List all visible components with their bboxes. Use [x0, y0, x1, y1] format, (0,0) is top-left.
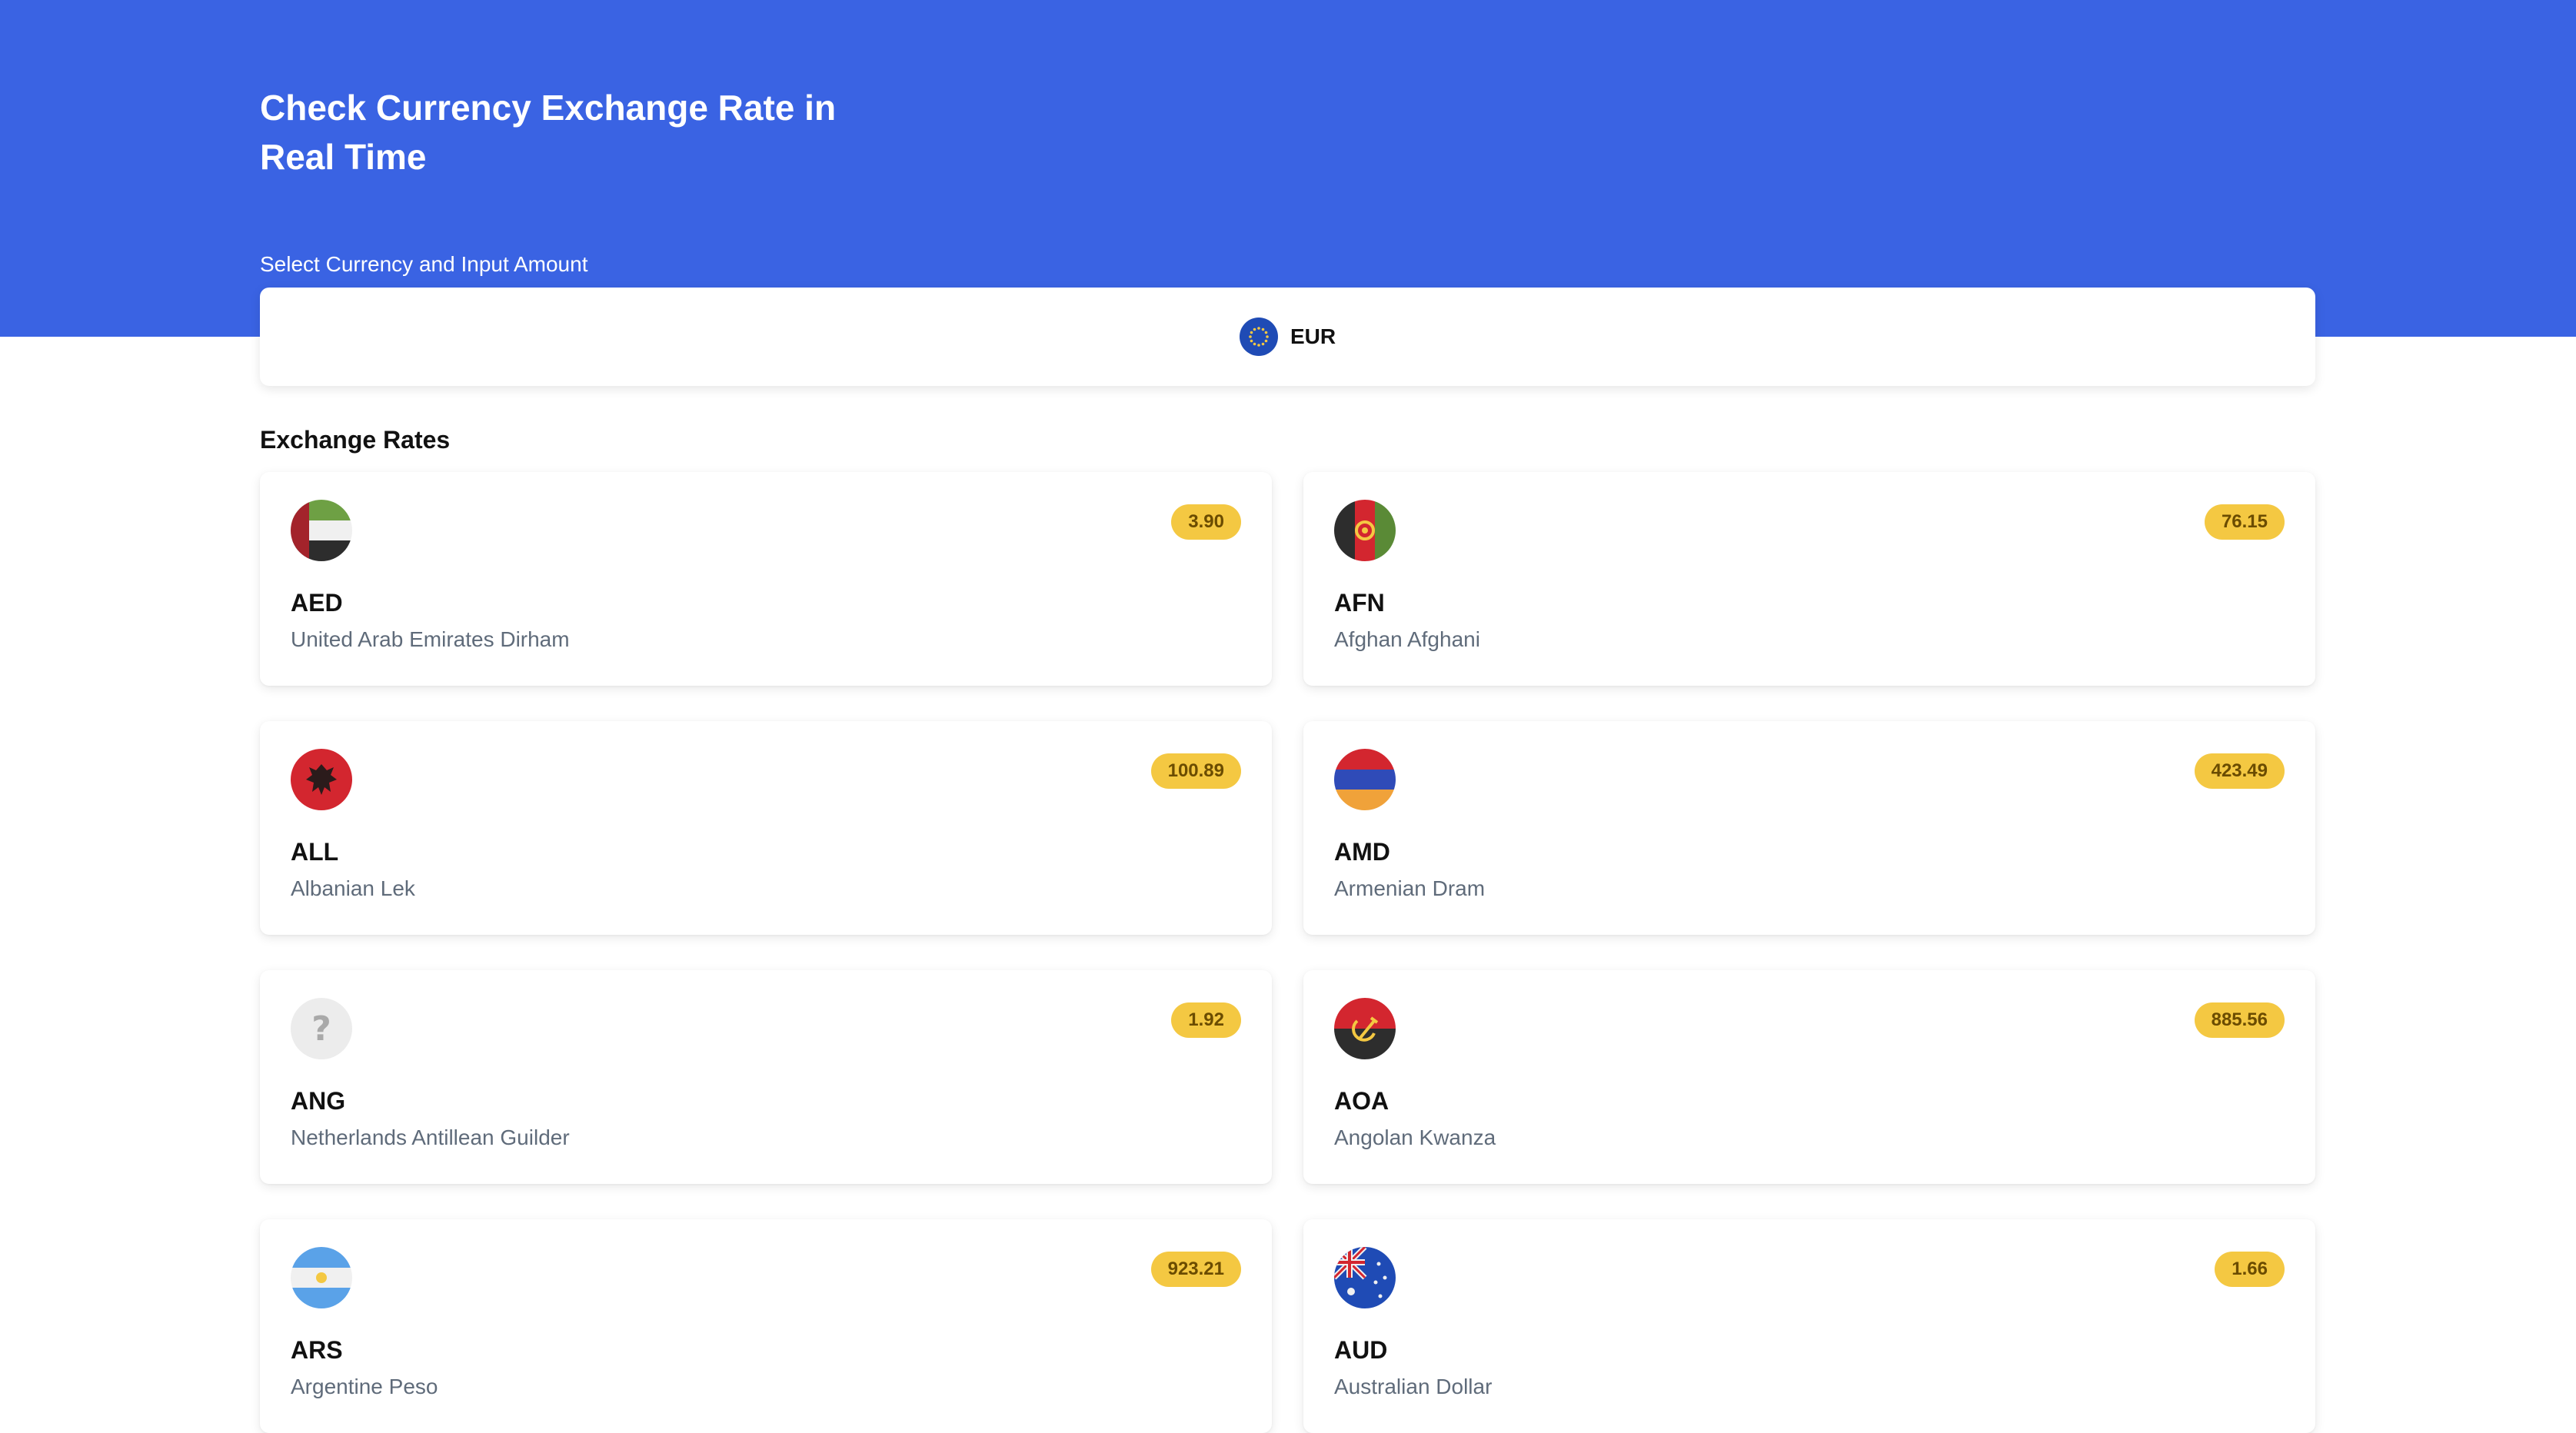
- currency-name: Angolan Kwanza: [1334, 1125, 1496, 1149]
- currency-code: AED: [291, 589, 343, 617]
- unknown-flag-icon: ?: [291, 998, 352, 1059]
- svg-text:?: ?: [311, 1009, 331, 1049]
- rate-badge: 423.49: [2194, 753, 2285, 789]
- australia-flag-icon: [1334, 1247, 1396, 1308]
- rate-card-aud[interactable]: 1.66 AUD Australian Dollar: [1303, 1219, 2315, 1433]
- currency-name: Albanian Lek: [291, 876, 415, 900]
- exchange-rates-heading: Exchange Rates: [260, 426, 451, 454]
- selected-currency-code: EUR: [1290, 324, 1336, 348]
- currency-name: Australian Dollar: [1334, 1375, 1493, 1398]
- rate-card-aoa[interactable]: 885.56 AOA Angolan Kwanza: [1303, 970, 2315, 1184]
- rate-card-ang[interactable]: ? 1.92 ANG Netherlands Antillean Guilder: [260, 970, 1272, 1184]
- currency-code: AMD: [1334, 838, 1390, 866]
- rate-badge: 76.15: [2204, 504, 2285, 540]
- currency-selector[interactable]: EUR: [260, 288, 2315, 386]
- currency-code: AUD: [1334, 1336, 1388, 1364]
- currency-code: AFN: [1334, 589, 1385, 617]
- rate-card-all[interactable]: 100.89 ALL Albanian Lek: [260, 721, 1272, 935]
- currency-name: Netherlands Antillean Guilder: [291, 1125, 570, 1149]
- page-title: Check Currency Exchange Rate in Real Tim…: [260, 83, 890, 181]
- currency-name: Afghan Afghani: [1334, 627, 1480, 651]
- rate-card-aed[interactable]: 3.90 AED United Arab Emirates Dirham: [260, 472, 1272, 686]
- header-banner: Check Currency Exchange Rate in Real Tim…: [0, 0, 2576, 337]
- rate-card-amd[interactable]: 423.49 AMD Armenian Dram: [1303, 721, 2315, 935]
- exchange-rates-grid: 3.90 AED United Arab Emirates Dirham 76.…: [260, 472, 2315, 1433]
- argentina-flag-icon: [291, 1247, 352, 1308]
- afghanistan-flag-icon: [1334, 500, 1396, 561]
- currency-code: ARS: [291, 1336, 343, 1364]
- page-title-line1: Check Currency Exchange Rate in: [260, 88, 837, 128]
- albania-flag-icon: [291, 749, 352, 810]
- uae-flag-icon: [291, 500, 352, 561]
- page-title-line2: Real Time: [260, 137, 427, 177]
- eu-flag-icon: [1239, 318, 1278, 356]
- rate-card-ars[interactable]: 923.21 ARS Argentine Peso: [260, 1219, 1272, 1433]
- rate-badge: 3.90: [1171, 504, 1241, 540]
- rate-badge: 1.92: [1171, 1002, 1241, 1038]
- rate-badge: 885.56: [2194, 1002, 2285, 1038]
- currency-code: AOA: [1334, 1087, 1390, 1115]
- currency-name: United Arab Emirates Dirham: [291, 627, 570, 651]
- angola-flag-icon: [1334, 998, 1396, 1059]
- armenia-flag-icon: [1334, 749, 1396, 810]
- currency-code: ALL: [291, 838, 339, 866]
- rate-badge: 923.21: [1150, 1252, 1241, 1287]
- currency-code: ANG: [291, 1087, 346, 1115]
- select-currency-label: Select Currency and Input Amount: [260, 252, 588, 276]
- rate-badge: 100.89: [1150, 753, 1241, 789]
- currency-name: Armenian Dram: [1334, 876, 1486, 900]
- currency-name: Argentine Peso: [291, 1375, 438, 1398]
- rate-card-afn[interactable]: 76.15 AFN Afghan Afghani: [1303, 472, 2315, 686]
- rate-badge: 1.66: [2215, 1252, 2285, 1287]
